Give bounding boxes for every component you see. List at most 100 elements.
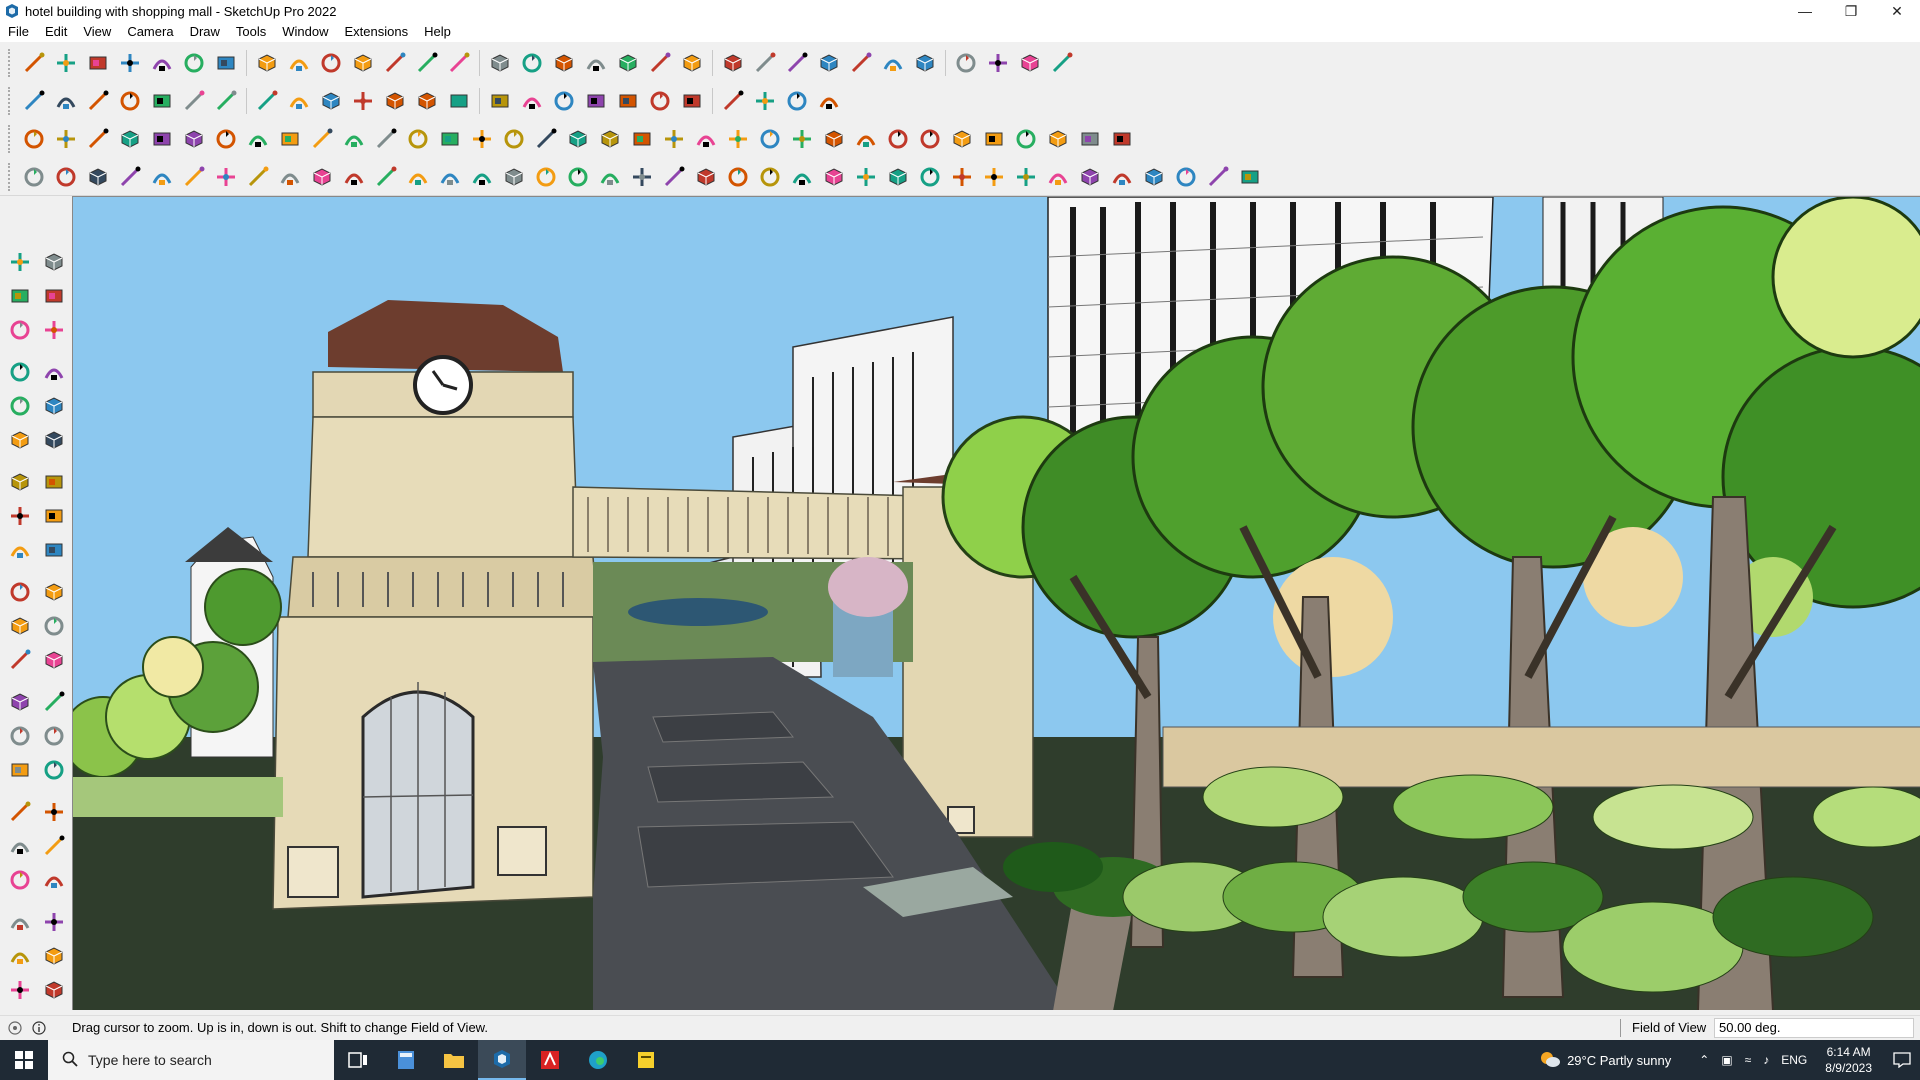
clock[interactable]: 6:14 AM 8/9/2023	[1825, 1044, 1872, 1076]
freehand-icon[interactable]	[38, 356, 70, 388]
toolbar-grip[interactable]	[8, 163, 14, 191]
rotate-icon[interactable]	[317, 48, 345, 78]
curve-icon[interactable]	[212, 124, 240, 154]
position-camera-icon[interactable]	[4, 864, 36, 896]
fog-icon[interactable]	[349, 86, 377, 116]
pen-icon[interactable]	[724, 162, 752, 192]
rotate-icon[interactable]	[4, 576, 36, 608]
columns-icon[interactable]	[532, 162, 560, 192]
sphere-icon[interactable]	[276, 162, 304, 192]
polygon-icon[interactable]	[38, 424, 70, 456]
close-icon[interactable]: ✕	[1874, 0, 1920, 22]
menu-draw[interactable]: Draw	[182, 22, 228, 42]
model-icon[interactable]	[4, 940, 36, 972]
house-icon[interactable]	[445, 86, 473, 116]
bend-icon[interactable]	[436, 162, 464, 192]
tile3-icon[interactable]	[1012, 124, 1040, 154]
grid2-icon[interactable]	[1108, 124, 1136, 154]
iso-icon[interactable]	[52, 86, 80, 116]
path-icon[interactable]	[756, 162, 784, 192]
scale-icon[interactable]	[4, 610, 36, 642]
cube-icon[interactable]	[20, 86, 48, 116]
plane-yellow-icon[interactable]	[84, 124, 112, 154]
undo-icon[interactable]	[984, 48, 1012, 78]
wall2-icon[interactable]	[948, 162, 976, 192]
zoom-icon[interactable]	[4, 796, 36, 828]
box3d-icon[interactable]	[884, 162, 912, 192]
styles-icon[interactable]	[719, 48, 747, 78]
top-icon[interactable]	[84, 86, 112, 116]
knife-icon[interactable]	[404, 162, 432, 192]
warehouse-icon[interactable]	[783, 48, 811, 78]
hatch2-icon[interactable]	[1012, 162, 1040, 192]
ship-icon[interactable]	[852, 162, 880, 192]
shadow-icon[interactable]	[317, 86, 345, 116]
wedge-icon[interactable]	[500, 162, 528, 192]
square-red-icon[interactable]	[244, 124, 272, 154]
dimension-icon[interactable]	[38, 644, 70, 676]
orbit2-icon[interactable]	[4, 754, 36, 786]
3d-text-icon[interactable]	[38, 720, 70, 752]
notification-icon[interactable]	[1884, 1052, 1920, 1068]
wall-icon[interactable]	[381, 86, 409, 116]
tape-icon[interactable]	[38, 314, 70, 346]
gear2-icon[interactable]	[1108, 162, 1136, 192]
scene-render[interactable]	[73, 197, 1920, 1010]
select-icon[interactable]	[52, 48, 80, 78]
arc2-icon[interactable]	[38, 466, 70, 498]
redo-icon[interactable]	[1016, 48, 1044, 78]
block-icon[interactable]	[340, 124, 368, 154]
menu-edit[interactable]: Edit	[37, 22, 75, 42]
hand-icon[interactable]	[596, 162, 624, 192]
hatch3-icon[interactable]	[1044, 162, 1072, 192]
fold-icon[interactable]	[285, 86, 313, 116]
eraser-icon[interactable]	[84, 48, 112, 78]
pencil-line-icon[interactable]	[116, 48, 144, 78]
trim-icon[interactable]	[678, 86, 706, 116]
protractor-icon[interactable]	[4, 686, 36, 718]
profile-icon[interactable]	[751, 48, 779, 78]
gear3-icon[interactable]	[1140, 162, 1168, 192]
misc-icon[interactable]	[820, 124, 848, 154]
eraser-icon[interactable]	[38, 280, 70, 312]
flip-icon[interactable]	[847, 48, 875, 78]
look-around-icon[interactable]	[38, 864, 70, 896]
shoe-icon[interactable]	[180, 162, 208, 192]
cross-green-icon[interactable]	[468, 124, 496, 154]
cross-red-icon[interactable]	[436, 124, 464, 154]
arc-icon[interactable]	[4, 466, 36, 498]
move-icon[interactable]	[4, 534, 36, 566]
pink-eraser-icon[interactable]	[719, 86, 747, 116]
arc-icon[interactable]	[596, 124, 624, 154]
wave-icon[interactable]	[1204, 162, 1232, 192]
weather-widget[interactable]: 29°C Partly sunny	[1539, 1050, 1671, 1071]
walk-icon[interactable]	[4, 906, 36, 938]
toolbar-grip[interactable]	[8, 125, 14, 153]
plane-green-icon[interactable]	[116, 124, 144, 154]
zoom-icon[interactable]	[20, 48, 48, 78]
tag-icon[interactable]	[582, 86, 610, 116]
garage-icon[interactable]	[518, 86, 546, 116]
stair-icon[interactable]	[564, 162, 592, 192]
sketchup-taskbar-icon[interactable]	[478, 1040, 526, 1080]
arrow-left-icon[interactable]	[660, 162, 688, 192]
curve2-icon[interactable]	[52, 162, 80, 192]
right-icon[interactable]	[148, 86, 176, 116]
cross-blue-icon[interactable]	[500, 124, 528, 154]
bend2-icon[interactable]	[916, 162, 944, 192]
stack2-icon[interactable]	[692, 162, 720, 192]
bars-icon[interactable]	[1076, 162, 1104, 192]
plane-cyan-icon[interactable]	[52, 124, 80, 154]
path2-icon[interactable]	[788, 162, 816, 192]
arrow-multi-icon[interactable]	[815, 86, 843, 116]
section-plane-icon[interactable]	[38, 906, 70, 938]
measurements-input[interactable]: 50.00 deg.	[1714, 1018, 1914, 1038]
outliner-icon[interactable]	[4, 974, 36, 1006]
taskbar-search[interactable]: Type here to search	[48, 1040, 334, 1080]
axes-icon[interactable]	[952, 48, 980, 78]
axes-icon[interactable]	[4, 720, 36, 752]
grid-icon[interactable]	[276, 124, 304, 154]
menu-extensions[interactable]: Extensions	[337, 22, 417, 42]
bezier-icon[interactable]	[308, 124, 336, 154]
previous-icon[interactable]	[38, 830, 70, 862]
